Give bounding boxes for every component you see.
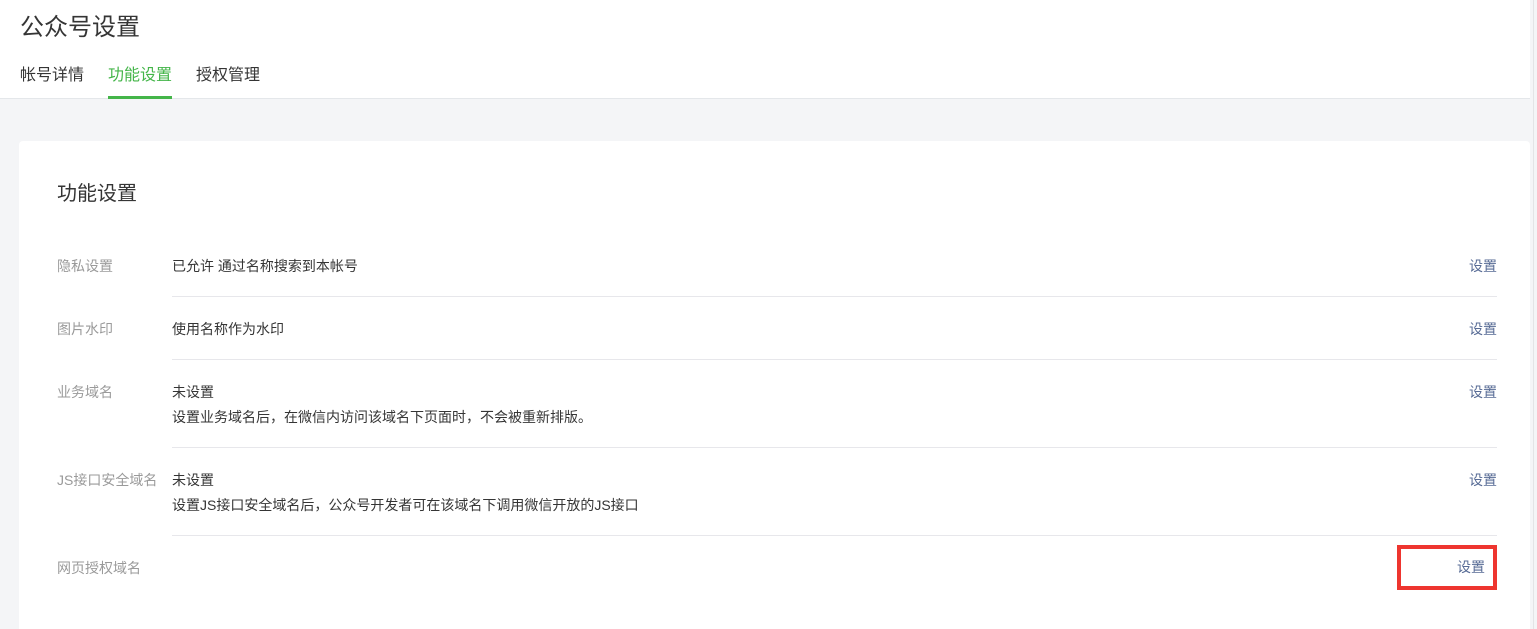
row-business-domain: 业务域名 未设置 设置业务域名后，在微信内访问该域名下页面时，不会被重新排版。 … bbox=[57, 360, 1497, 448]
settings-rows: 隐私设置 已允许 通过名称搜索到本帐号 设置 图片水印 使用名称作为水印 设置 bbox=[57, 234, 1497, 607]
privacy-settings-set-link[interactable]: 设置 bbox=[1469, 254, 1497, 279]
function-settings-panel: 功能设置 隐私设置 已允许 通过名称搜索到本帐号 设置 图片水印 使用名称作为水… bbox=[19, 141, 1530, 629]
row-label: JS接口安全域名 bbox=[57, 448, 172, 536]
row-label: 隐私设置 bbox=[57, 234, 172, 297]
scrollbar-track-line bbox=[1533, 0, 1534, 629]
row-description: 设置业务域名后，在微信内访问该域名下页面时，不会被重新排版。 bbox=[172, 405, 1469, 430]
row-image-watermark: 图片水印 使用名称作为水印 设置 bbox=[57, 297, 1497, 360]
tab-account-details[interactable]: 帐号详情 bbox=[20, 66, 84, 99]
row-label: 业务域名 bbox=[57, 360, 172, 448]
row-value: 未设置 bbox=[172, 468, 1469, 493]
js-api-safe-domain-set-link[interactable]: 设置 bbox=[1469, 468, 1497, 493]
row-webpage-auth-domain: 网页授权域名 设置 bbox=[57, 536, 1497, 607]
row-privacy-settings: 隐私设置 已允许 通过名称搜索到本帐号 设置 bbox=[57, 234, 1497, 297]
settings-page: 公众号设置 帐号详情 功能设置 授权管理 功能设置 隐私设置 已允许 通过名称搜… bbox=[0, 0, 1537, 629]
red-highlight-box: 设置 bbox=[1397, 545, 1497, 590]
page-title: 公众号设置 bbox=[20, 12, 140, 44]
row-description: 设置JS接口安全域名后，公众号开发者可在该域名下调用微信开放的JS接口 bbox=[172, 493, 1469, 518]
panel-heading: 功能设置 bbox=[57, 180, 1497, 208]
row-value: 已允许 通过名称搜索到本帐号 bbox=[172, 254, 1469, 279]
row-value: 未设置 bbox=[172, 380, 1469, 405]
row-js-api-safe-domain: JS接口安全域名 未设置 设置JS接口安全域名后，公众号开发者可在该域名下调用微… bbox=[57, 448, 1497, 536]
tab-authorization-management[interactable]: 授权管理 bbox=[196, 66, 260, 99]
row-value: 使用名称作为水印 bbox=[172, 317, 1469, 342]
tab-function-settings[interactable]: 功能设置 bbox=[108, 66, 172, 99]
webpage-auth-domain-set-link[interactable]: 设置 bbox=[1457, 559, 1485, 575]
page-header: 公众号设置 帐号详情 功能设置 授权管理 bbox=[0, 0, 1530, 99]
business-domain-set-link[interactable]: 设置 bbox=[1469, 380, 1497, 405]
tab-bar: 帐号详情 功能设置 授权管理 bbox=[20, 66, 260, 99]
image-watermark-set-link[interactable]: 设置 bbox=[1469, 317, 1497, 342]
row-label: 网页授权域名 bbox=[57, 536, 172, 607]
row-label: 图片水印 bbox=[57, 297, 172, 360]
